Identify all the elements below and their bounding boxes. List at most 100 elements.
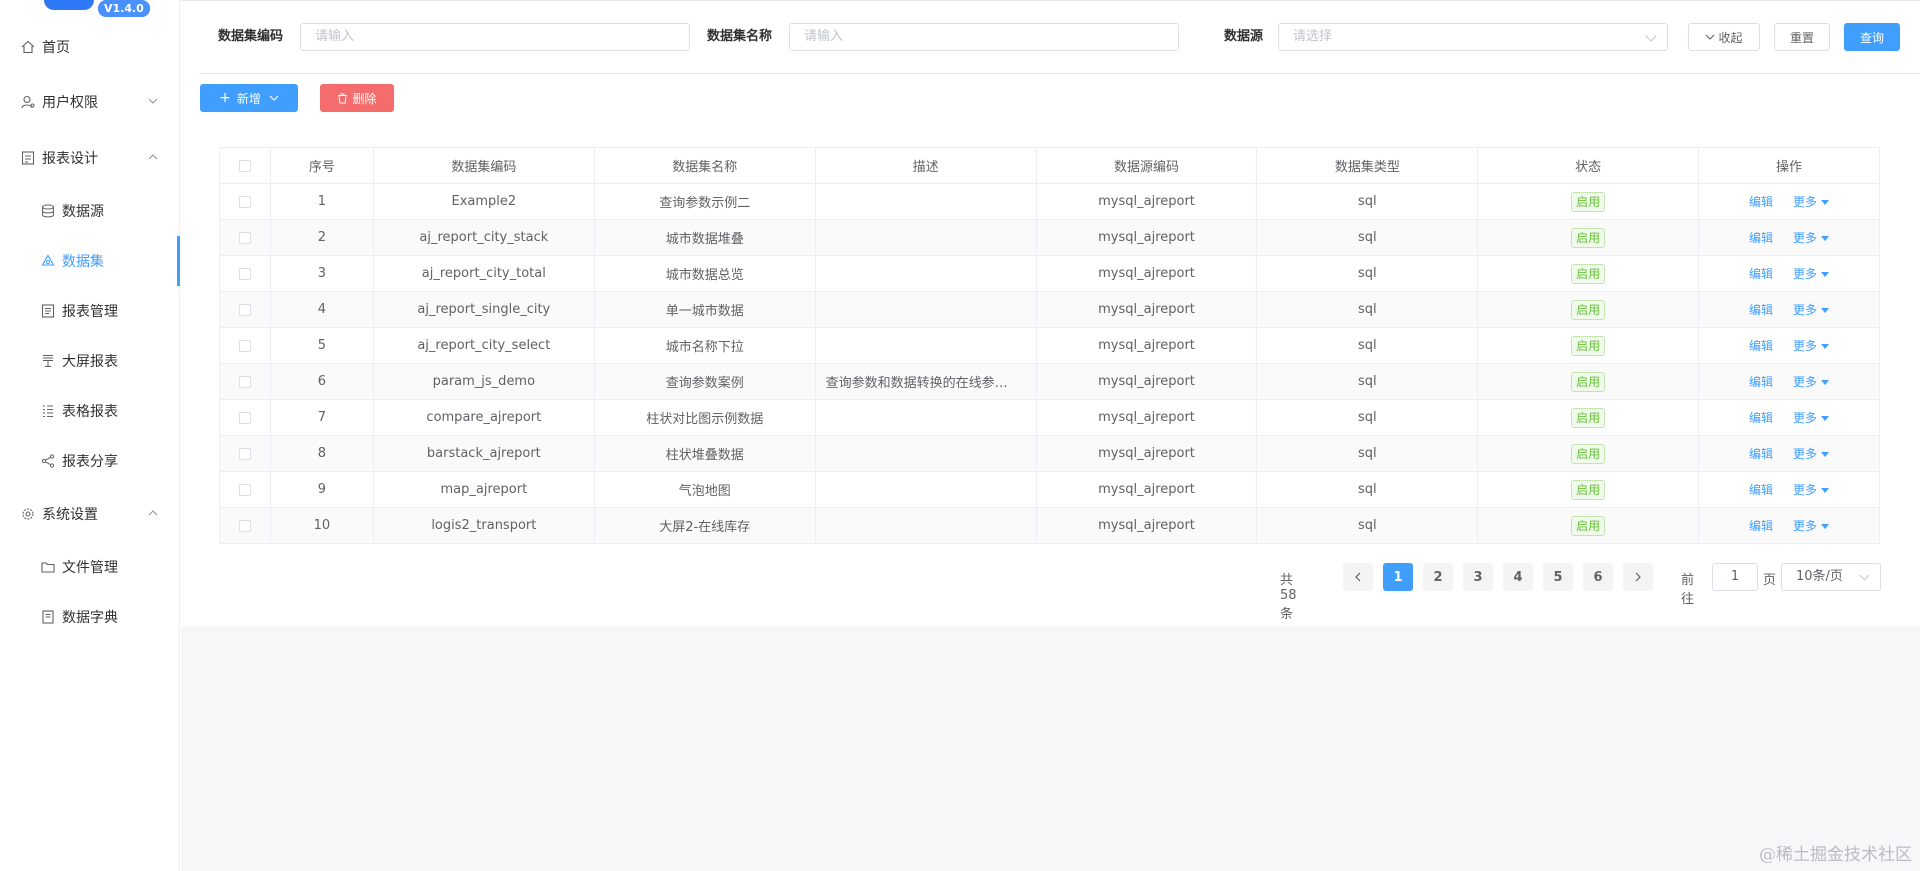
dataset-type-cell: sql	[1256, 507, 1479, 544]
row-checkbox[interactable]	[238, 483, 251, 496]
more-dropdown[interactable]: 更多	[1793, 375, 1830, 389]
page-button-1[interactable]: 1	[1383, 563, 1413, 591]
dataset-icon	[40, 253, 56, 269]
more-dropdown[interactable]: 更多	[1793, 483, 1830, 497]
row-select-cell	[219, 471, 271, 508]
dataset-name-cell: 柱状堆叠数据	[593, 435, 816, 472]
edit-link[interactable]: 编辑	[1749, 339, 1773, 353]
sidebar-item-file-manage[interactable]: 文件管理	[0, 547, 180, 587]
datasource-select[interactable]: 请选择	[1278, 23, 1668, 51]
collapse-button[interactable]: 收起	[1688, 23, 1760, 51]
reset-button[interactable]: 重置	[1774, 23, 1830, 51]
edit-link[interactable]: 编辑	[1749, 231, 1773, 245]
query-button[interactable]: 查询	[1844, 23, 1900, 51]
page-button-4[interactable]: 4	[1503, 563, 1533, 591]
edit-link[interactable]: 编辑	[1749, 519, 1773, 533]
status-badge: 启用	[1571, 263, 1606, 284]
row-select-cell	[219, 363, 271, 400]
more-dropdown[interactable]: 更多	[1793, 231, 1830, 245]
dataset-type-cell: sql	[1256, 183, 1479, 220]
status-cell: 启用	[1477, 255, 1700, 292]
table-row: 4 aj_report_single_city 单一城市数据 mysql_ajrepo…	[219, 291, 1880, 328]
dataset-name-cell: 城市名称下拉	[593, 327, 816, 364]
status-cell: 启用	[1477, 327, 1700, 364]
row-checkbox[interactable]	[238, 375, 251, 388]
row-checkbox[interactable]	[238, 411, 251, 424]
sidebar-item-system-settings[interactable]: 系统设置	[0, 494, 180, 534]
sidebar-item-table-report[interactable]: 表格报表	[0, 391, 180, 431]
more-dropdown[interactable]: 更多	[1793, 339, 1830, 353]
edit-link[interactable]: 编辑	[1749, 447, 1773, 461]
edit-link[interactable]: 编辑	[1749, 195, 1773, 209]
dataset-name-cell: 大屏2-在线库存	[593, 507, 816, 544]
next-page-button[interactable]	[1623, 563, 1653, 591]
sidebar-item-report-design[interactable]: 报表设计	[0, 138, 180, 178]
row-number: 9	[269, 471, 374, 508]
more-dropdown[interactable]: 更多	[1793, 519, 1830, 533]
more-dropdown[interactable]: 更多	[1793, 447, 1830, 461]
row-select-cell	[219, 399, 271, 436]
page-button-6[interactable]: 6	[1583, 563, 1613, 591]
sidebar-item-report-manage[interactable]: 报表管理	[0, 291, 180, 331]
edit-link[interactable]: 编辑	[1749, 303, 1773, 317]
sidebar-item-data-dictionary[interactable]: 数据字典	[0, 597, 180, 637]
dataset-type-cell: sql	[1256, 219, 1479, 256]
page-size-select[interactable]: 10条/页	[1781, 563, 1881, 591]
table-row: 8 barstack_ajreport 柱状堆叠数据 mysql_ajreport sq…	[219, 435, 1880, 472]
status-badge: 启用	[1571, 299, 1606, 320]
goto-label: 前往	[1681, 573, 1695, 607]
edit-link[interactable]: 编辑	[1749, 411, 1773, 425]
row-number: 7	[269, 399, 374, 436]
sidebar-item-home[interactable]: 首页	[0, 27, 180, 67]
row-checkbox[interactable]	[238, 195, 251, 208]
edit-link[interactable]: 编辑	[1749, 267, 1773, 281]
sidebar-item-datasource[interactable]: 数据源	[0, 191, 180, 231]
table-row: 7 compare_ajreport 柱状对比图示例数据 mysql_ajreport…	[219, 399, 1880, 436]
more-dropdown[interactable]: 更多	[1793, 303, 1830, 317]
page-button-5[interactable]: 5	[1543, 563, 1573, 591]
row-checkbox[interactable]	[238, 519, 251, 532]
more-dropdown[interactable]: 更多	[1793, 195, 1830, 209]
row-checkbox[interactable]	[238, 231, 251, 244]
edit-link[interactable]: 编辑	[1749, 375, 1773, 389]
dataset-name-input[interactable]: 请输入	[789, 23, 1179, 51]
dataset-type-cell: sql	[1256, 291, 1479, 328]
share-icon	[40, 453, 56, 469]
goto-page-input[interactable]: 1	[1712, 563, 1758, 591]
dataset-code-cell: aj_report_single_city	[372, 291, 595, 328]
row-checkbox[interactable]	[238, 447, 251, 460]
prev-page-button[interactable]	[1343, 563, 1373, 591]
more-label: 更多	[1793, 447, 1818, 461]
sidebar-item-report-share[interactable]: 报表分享	[0, 441, 180, 481]
dataset-code-cell: param_js_demo	[372, 363, 595, 400]
status-cell: 启用	[1477, 219, 1700, 256]
home-icon	[20, 39, 36, 55]
delete-button[interactable]: 删除	[320, 84, 394, 112]
table-row: 6 param_js_demo 查询参数案例 查询参数和数据转换的在线参… mysql_…	[219, 363, 1880, 400]
sidebar-item-screen-report[interactable]: 大屏报表	[0, 341, 180, 381]
sidebar-item-user-permission[interactable]: 用户权限	[0, 82, 180, 122]
dataset-code-input[interactable]: 请输入	[300, 23, 690, 51]
row-checkbox[interactable]	[238, 267, 251, 280]
chevron-up-icon	[148, 508, 158, 521]
add-button[interactable]: + 新增	[200, 84, 298, 112]
more-dropdown[interactable]: 更多	[1793, 411, 1830, 425]
description-cell	[814, 507, 1037, 544]
row-select-cell	[219, 435, 271, 472]
table-icon	[40, 403, 56, 419]
row-checkbox[interactable]	[238, 339, 251, 352]
sidebar-item-dataset[interactable]: 数据集	[0, 241, 180, 281]
row-checkbox[interactable]	[238, 303, 251, 316]
description-cell: 查询参数和数据转换的在线参…	[814, 363, 1037, 400]
datasource-code-cell: mysql_ajreport	[1035, 399, 1258, 436]
more-dropdown[interactable]: 更多	[1793, 267, 1830, 281]
page-button-3[interactable]: 3	[1463, 563, 1493, 591]
more-label: 更多	[1793, 267, 1818, 281]
edit-link[interactable]: 编辑	[1749, 483, 1773, 497]
select-all-checkbox[interactable]	[238, 159, 251, 172]
more-label: 更多	[1793, 375, 1818, 389]
page-button-2[interactable]: 2	[1423, 563, 1453, 591]
status-cell: 启用	[1477, 291, 1700, 328]
table-row: 9 map_ajreport 气泡地图 mysql_ajreport sql 启用 编辑 更多	[219, 471, 1880, 508]
active-indicator	[177, 236, 180, 286]
